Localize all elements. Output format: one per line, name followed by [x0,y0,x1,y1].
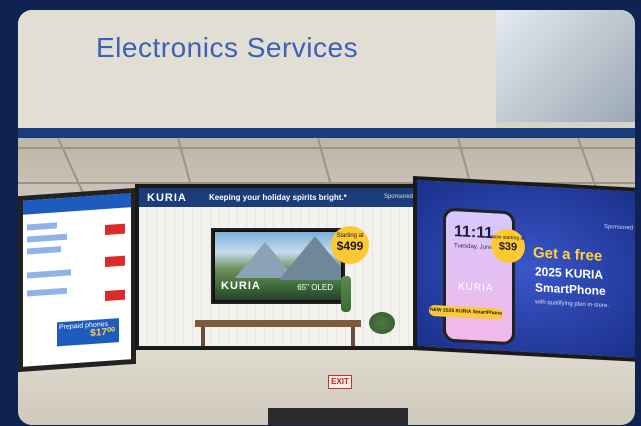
sponsored-label: Sponsored [383,194,413,200]
list-item [27,222,57,231]
right-display-screen: Sponsored 11:11 Tuesday, June 4 KURIA No… [413,175,635,363]
badge-caption: Now starting at [491,234,525,242]
left-screen-header [23,193,131,215]
offer-product-line: SmartPhone [535,280,606,299]
list-item [27,233,67,243]
plant-icon [341,276,351,312]
offer-fine-print: with qualifying plan in-store. [535,299,610,310]
badge-price: $499 [336,239,364,253]
banner-title: Electronics Services [96,32,359,63]
list-item [27,269,71,279]
mountain-landscape-image: KURIA 65" OLED [215,232,341,300]
center-screen-header: KURIA Keeping your holiday spirits brigh… [139,188,421,207]
left-display-screen: Prepaid phones $17⁰⁰ [18,187,136,373]
price-tag [105,289,125,302]
list-item [27,246,61,255]
tagline: Keeping your holiday spirits bright.* [209,193,347,202]
price-tag [105,255,125,268]
tv-product-image: KURIA 65" OLED [211,228,345,304]
tv-size-label: 65" OLED [297,283,333,292]
tv-logo: KURIA [221,280,261,292]
center-display-screen: KURIA Keeping your holiday spirits brigh… [135,184,425,350]
prepaid-promo: Prepaid phones $17⁰⁰ [57,318,119,347]
sponsored-label: Sponsored [603,223,633,232]
image-frame: Electronics Services EXIT Prepaid phones… [0,0,641,426]
store-photo: Electronics Services EXIT Prepaid phones… [18,10,635,425]
exit-sign: EXIT [328,375,352,389]
phone-time: 11:11 [454,223,494,243]
console-leg [201,327,205,346]
console-leg [351,327,355,346]
badge-caption: Starting at [336,233,364,239]
banner-band [18,128,635,138]
electronics-services-banner: Electronics Services [18,10,496,136]
list-item [27,287,67,297]
offer-product-line: 2025 KURIA [535,264,604,282]
skylight [485,10,635,122]
offer-headline: Get a free [533,244,603,265]
price-tag [105,223,125,236]
price-badge: Starting at $499 [331,226,369,264]
potted-plant-icon [369,312,395,334]
tv-console [195,320,361,327]
promo-price: $17⁰⁰ [90,326,115,340]
doorway [268,408,408,425]
badge-price: $39 [498,240,518,254]
kuria-logo: KURIA [147,192,187,204]
phone-logo: KURIA [458,281,494,295]
